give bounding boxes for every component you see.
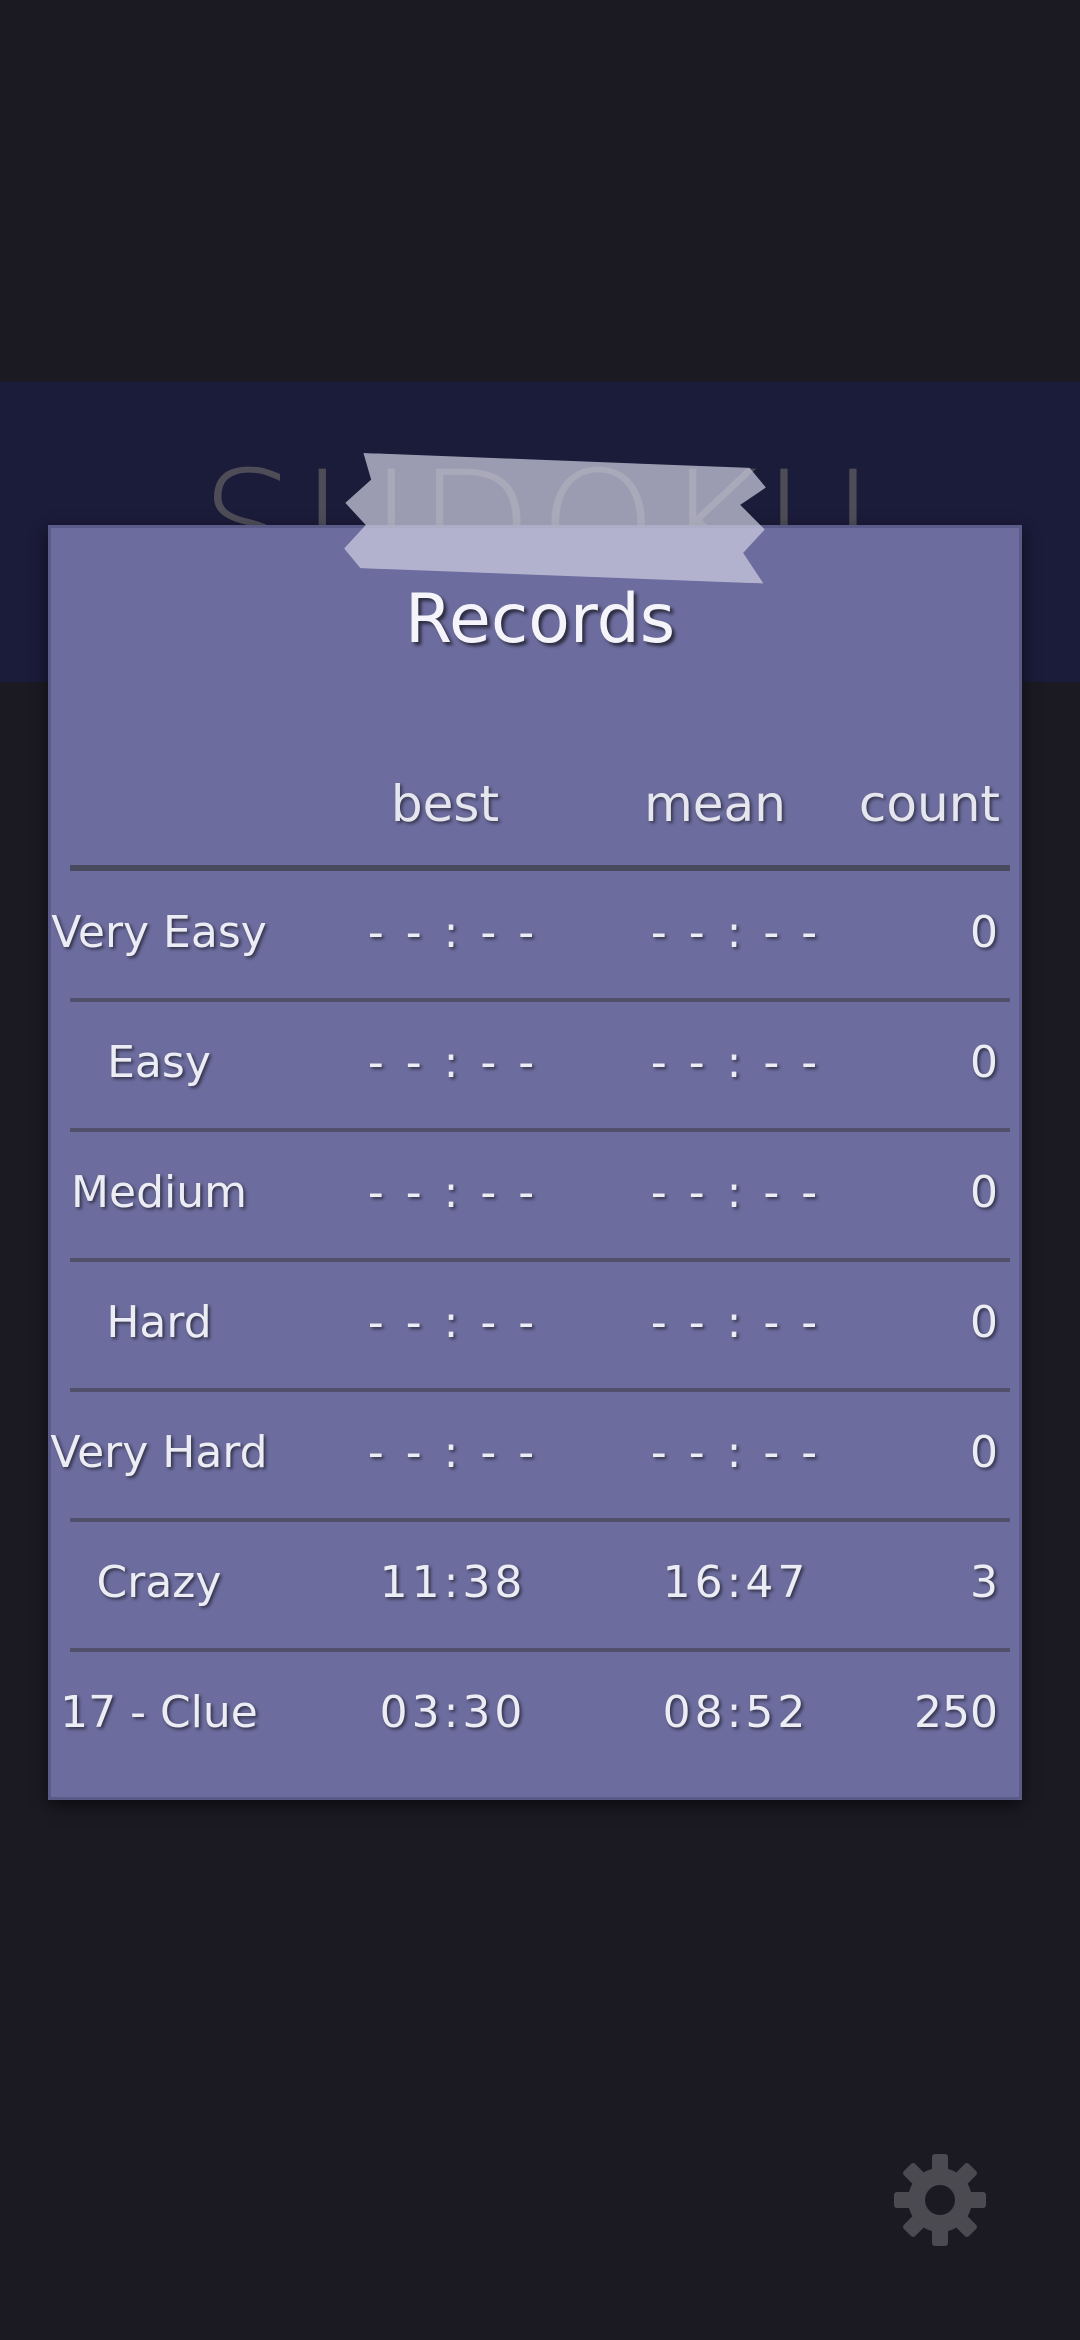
row-mean: - - : - -	[650, 1167, 822, 1218]
table-row: Easy - - : - - - - : - - 0	[48, 998, 1022, 1128]
row-level: Hard	[106, 1297, 212, 1348]
row-count: 0	[970, 1167, 998, 1218]
header-best: best	[390, 775, 500, 833]
table-row: Hard - - : - - - - : - - 0	[48, 1258, 1022, 1388]
row-best: - - : - -	[367, 1427, 539, 1478]
row-level: Very Hard	[50, 1427, 268, 1478]
row-level: 17 - Clue	[60, 1687, 258, 1738]
table-row: Very Hard - - : - - - - : - - 0	[48, 1388, 1022, 1518]
row-mean: - - : - -	[650, 1427, 822, 1478]
row-best: - - : - -	[367, 1167, 539, 1218]
row-level: Medium	[71, 1167, 247, 1218]
row-mean: - - : - -	[650, 1297, 822, 1348]
screen: SUDOKU Records best mean count Very Easy…	[0, 0, 1080, 2340]
gear-icon[interactable]	[890, 2150, 990, 2250]
row-best: - - : - -	[367, 1037, 539, 1088]
row-best: 03:30	[379, 1687, 527, 1738]
row-best: 11:38	[379, 1557, 527, 1608]
row-count: 0	[970, 907, 998, 958]
header-mean: mean	[644, 775, 786, 833]
row-count: 0	[970, 1297, 998, 1348]
table-row: 17 - Clue 03:30 08:52 250	[48, 1648, 1022, 1778]
table-row: Medium - - : - - - - : - - 0	[48, 1128, 1022, 1258]
row-count: 3	[970, 1557, 998, 1608]
row-count: 250	[914, 1687, 998, 1738]
row-best: - - : - -	[367, 907, 539, 958]
row-mean: 08:52	[662, 1687, 810, 1738]
row-mean: 16:47	[662, 1557, 810, 1608]
header-count: count	[858, 775, 1000, 833]
row-best: - - : - -	[367, 1297, 539, 1348]
table-row: Crazy 11:38 16:47 3	[48, 1518, 1022, 1648]
row-level: Very Easy	[51, 907, 267, 958]
row-level: Crazy	[96, 1557, 222, 1608]
row-count: 0	[970, 1427, 998, 1478]
row-count: 0	[970, 1037, 998, 1088]
row-mean: - - : - -	[650, 1037, 822, 1088]
tape-decoration	[344, 453, 767, 584]
row-mean: - - : - -	[650, 907, 822, 958]
row-level: Easy	[107, 1037, 211, 1088]
table-row: Very Easy - - : - - - - : - - 0	[48, 868, 1022, 998]
records-title: Records	[404, 580, 676, 659]
